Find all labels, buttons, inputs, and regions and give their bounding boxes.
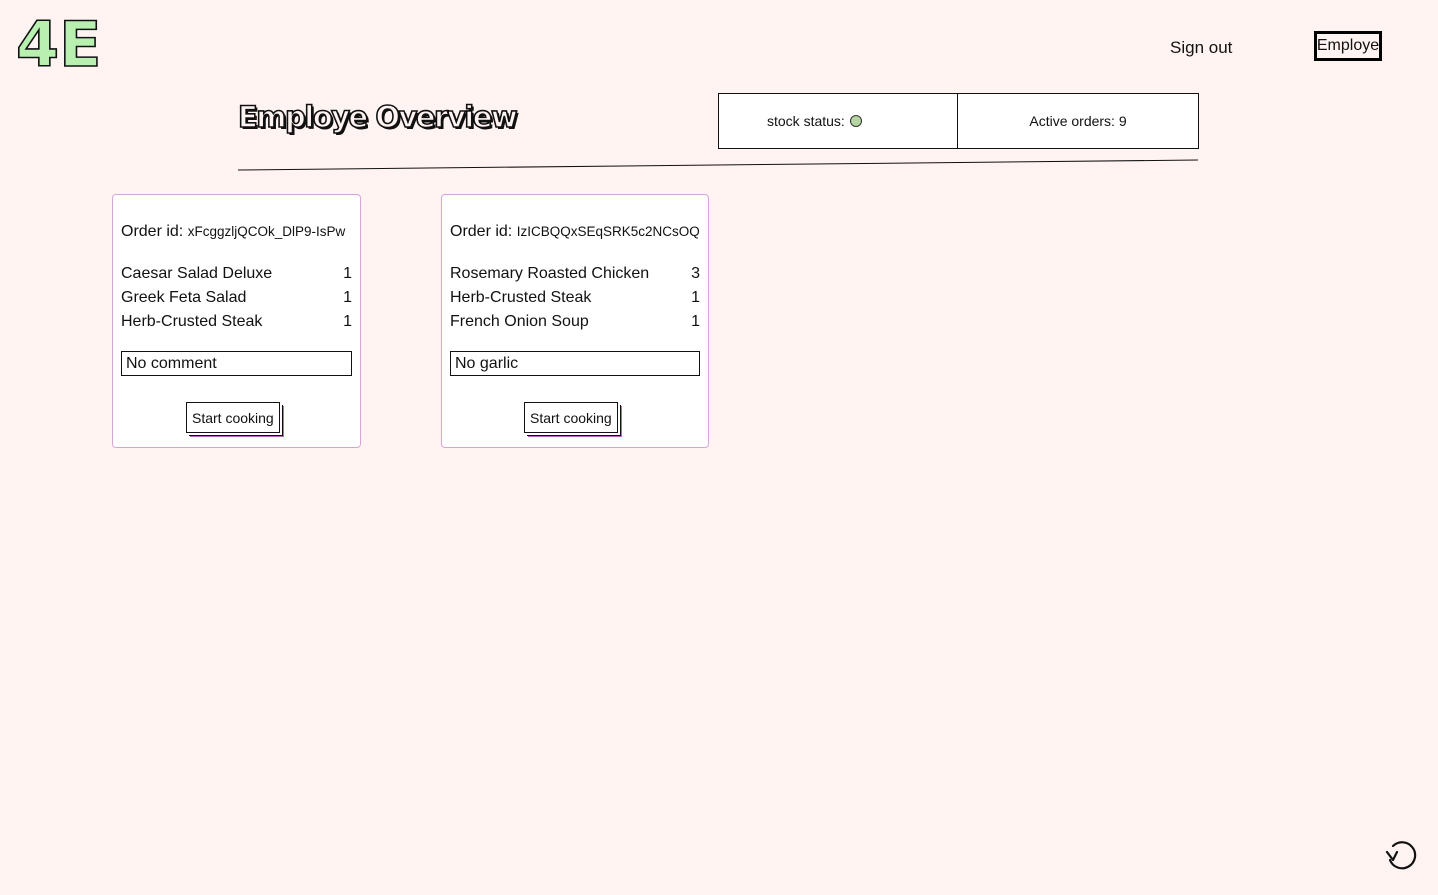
- page-title: Employe Overview: [237, 99, 518, 135]
- order-card: Order id: IzICBQQxSEqSRK5c2NCsOQ Rosemar…: [441, 194, 709, 448]
- order-id: Order id: xFcggzljQCOk_DlP9-IsPw: [121, 223, 352, 241]
- logo: 4E: [14, 10, 100, 74]
- order-comment-field[interactable]: [121, 351, 352, 376]
- sign-out-link[interactable]: Sign out: [1170, 38, 1232, 58]
- stock-status-label: stock status:: [767, 113, 845, 129]
- active-orders-box: Active orders: 9: [957, 93, 1199, 149]
- item-name: Herb-Crusted Steak: [121, 313, 263, 330]
- order-item: French Onion Soup 1: [450, 311, 700, 335]
- item-quantity: 1: [343, 313, 352, 330]
- active-orders-label: Active orders: 9: [1029, 113, 1127, 129]
- item-quantity: 1: [343, 265, 352, 282]
- logo-mark: 4E: [15, 10, 100, 74]
- order-id-value: IzICBQQxSEqSRK5c2NCsOQ: [516, 224, 700, 239]
- order-comment-field[interactable]: [450, 351, 700, 376]
- order-card: Order id: xFcggzljQCOk_DlP9-IsPw Caesar …: [112, 194, 361, 448]
- order-id-label: Order id:: [121, 223, 184, 240]
- stock-status-indicator-icon: [849, 115, 862, 127]
- item-name: Rosemary Roasted Chicken: [450, 265, 650, 282]
- item-name: Greek Feta Salad: [121, 289, 247, 306]
- order-items-list: Rosemary Roasted Chicken 3 Herb-Crusted …: [450, 263, 700, 335]
- refresh-icon[interactable]: [1384, 838, 1420, 874]
- order-id: Order id: IzICBQQxSEqSRK5c2NCsOQ: [450, 223, 700, 241]
- item-quantity: 1: [691, 313, 700, 330]
- order-item: Greek Feta Salad 1: [121, 287, 352, 311]
- role-button[interactable]: Employe: [1314, 31, 1382, 61]
- item-quantity: 3: [691, 265, 700, 282]
- stock-status-box: stock status:: [718, 93, 959, 149]
- item-quantity: 1: [343, 289, 352, 306]
- item-quantity: 1: [691, 289, 700, 306]
- item-name: Herb-Crusted Steak: [450, 289, 592, 306]
- order-items-list: Caesar Salad Deluxe 1 Greek Feta Salad 1…: [121, 263, 352, 335]
- start-cooking-button[interactable]: Start cooking: [186, 402, 280, 433]
- header-divider: [238, 159, 1199, 171]
- order-id-label: Order id:: [450, 223, 513, 240]
- svg-text:4E: 4E: [16, 10, 100, 74]
- start-cooking-button[interactable]: Start cooking: [524, 402, 618, 433]
- order-item: Caesar Salad Deluxe 1: [121, 263, 352, 287]
- order-item: Rosemary Roasted Chicken 3: [450, 263, 700, 287]
- item-name: French Onion Soup: [450, 313, 589, 330]
- item-name: Caesar Salad Deluxe: [121, 265, 273, 282]
- order-item: Herb-Crusted Steak 1: [121, 311, 352, 335]
- order-id-value: xFcggzljQCOk_DlP9-IsPw: [187, 224, 346, 239]
- order-item: Herb-Crusted Steak 1: [450, 287, 700, 311]
